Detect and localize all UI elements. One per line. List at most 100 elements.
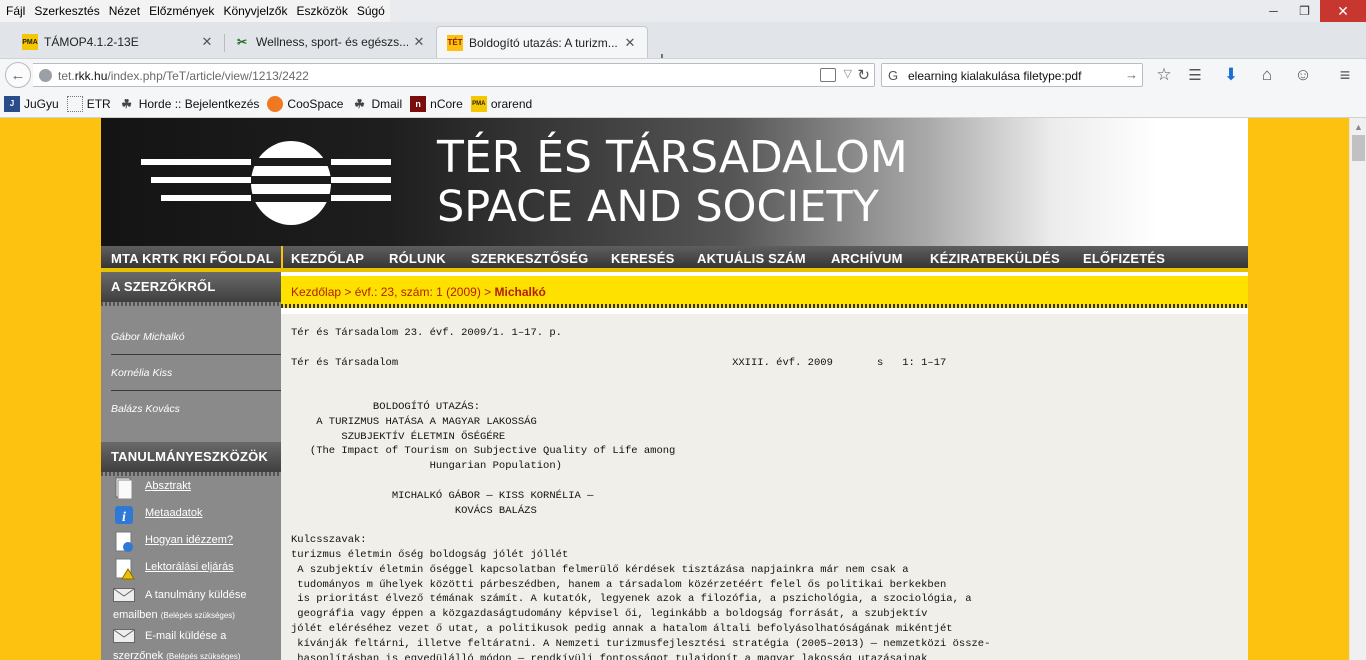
tool-citation[interactable]: Hogyan idézzem? [113,531,233,553]
nav-subscription[interactable]: ELŐFIZETÉS [1083,251,1165,266]
nav-separator [281,246,283,268]
main-navigation: MTA KRTK RKI FŐOLDAL KEZDŐLAP RÓLUNK SZE… [101,246,1248,272]
email-author[interactable]: E-mail küldése a szerzőnek (Belépés szük… [113,626,240,660]
close-tab-icon[interactable]: ✕ [200,34,214,50]
bookmark-horde[interactable]: ☘ Horde :: Bejelentkezés [119,96,259,112]
breadcrumb-separator: > [484,285,492,299]
close-window-icon[interactable]: ✕ [1320,0,1366,22]
divider [111,390,281,391]
breadcrumb-issue[interactable]: évf.: 23, szám: 1 (2009) [355,285,481,299]
nav-search[interactable]: KERESÉS [611,251,675,266]
bookmark-jugyu[interactable]: J JuGyu [4,95,59,112]
document-icon [115,477,133,499]
author-link-kovacs[interactable]: Balázs Kovács [111,403,180,415]
minimize-icon[interactable]: ─ [1258,0,1289,22]
authors-heading: A SZERZŐKRŐL [101,272,281,306]
citation-icon [115,531,133,552]
envelope-icon [113,629,135,643]
nav-editorial[interactable]: SZERKESZTŐSÉG [471,251,588,266]
url-text[interactable]: tet.rkk.hu/index.php/TeT/article/view/12… [58,69,309,83]
tab-wellness[interactable]: ✂ Wellness, sport- és egészs... ✕ [224,26,436,58]
tab-title: Wellness, sport- és egészs... [256,35,408,49]
article-content: Tér és Társadalom 23. évf. 2009/1. 1–17.… [281,314,1248,660]
bookmarks-list-icon[interactable]: ☰ [1184,65,1206,85]
reader-view-icon[interactable] [820,68,836,82]
review-icon [115,558,135,580]
download-icon[interactable]: ⬇ [1220,65,1242,85]
tab-tamop[interactable]: PMA TÁMOP4.1.2-13E ✕ [12,26,224,58]
menu-history[interactable]: Előzmények [145,0,219,22]
bookmarks-toolbar: J JuGyu ETR ☘ Horde :: Bejelentkezés Coo… [0,90,1366,118]
back-arrow-icon[interactable]: ← [5,62,31,88]
search-input[interactable]: elearning kialakulása filetype:pdf [908,69,1081,83]
bookmark-dmail[interactable]: ☘ Dmail [351,96,402,112]
site-logo-icon [141,141,391,225]
history-dropdown-icon[interactable]: ▽ [844,67,852,80]
home-icon[interactable]: ⌂ [1256,65,1278,85]
site-identity-icon[interactable] [39,69,52,82]
restore-icon[interactable]: ❐ [1289,0,1320,22]
tab-title: Boldogító utazás: A turizm... [469,35,618,50]
tool-abstract[interactable]: Absztrakt [113,477,191,499]
nav-submission[interactable]: KÉZIRATBEKÜLDÉS [930,251,1060,266]
pma-favicon-icon: PMA [22,34,38,50]
close-tab-icon[interactable]: ✕ [623,35,637,51]
etr-icon [66,95,83,112]
breadcrumb-bar: Kezdőlap > évf.: 23, szám: 1 (2009) > Mi… [281,276,1248,308]
author-link-michalko[interactable]: Gábor Michalkó [111,331,185,343]
menu-view[interactable]: Nézet [105,0,145,22]
tool-label: Absztrakt [145,480,191,492]
vertical-scrollbar[interactable]: ▲ [1349,118,1366,660]
close-tab-icon[interactable]: ✕ [412,34,426,50]
menu-edit[interactable]: Szerkesztés [30,0,104,22]
hello-chat-icon[interactable]: ☺ [1292,65,1314,85]
ncore-icon: n [410,95,427,112]
search-engine-icon[interactable]: G [888,68,898,83]
pma-icon: PMA [470,95,487,112]
tool-metadata[interactable]: i Metaadatok [113,504,202,526]
tet-favicon-icon: TÉT [447,34,463,51]
tool-review[interactable]: Lektorálási eljárás [113,558,234,580]
page-viewport: TÉR ÉS TÁRSADALOM SPACE AND SOCIETY MTA … [0,118,1366,660]
nav-archive[interactable]: ARCHÍVUM [831,251,903,266]
breadcrumb-separator: > [344,285,352,299]
bookmark-ncore[interactable]: n nCore [410,95,463,112]
bookmark-orarend[interactable]: PMA orarend [470,95,532,112]
tab-title: TÁMOP4.1.2-13E [44,35,139,49]
scroll-up-icon[interactable]: ▲ [1354,122,1363,132]
tool-label: Hogyan idézzem? [145,534,234,546]
article-text: Tér és Társadalom 23. évf. 2009/1. 1–17.… [291,327,991,660]
nav-mta-krtk[interactable]: MTA KRTK RKI FŐOLDAL [111,251,274,266]
breadcrumb-home[interactable]: Kezdőlap [291,285,341,299]
menu-help[interactable]: Súgó [353,0,390,22]
nav-current-issue[interactable]: AKTUÁLIS SZÁM [697,251,806,266]
tool-label: Metaadatok [145,507,203,519]
author-link-kiss[interactable]: Kornélia Kiss [111,367,172,379]
send-article-email[interactable]: A tanulmány küldése emailben (Belépés sz… [113,585,247,626]
reload-icon[interactable]: ↻ [857,66,870,84]
horde-icon: ☘ [121,96,133,111]
svg-text:i: i [122,510,126,525]
dmail-icon: ☘ [354,96,365,111]
menu-bar: Fájl Szerkesztés Nézet Előzmények Könyvj… [0,0,1366,22]
site-title-hungarian: TÉR ÉS TÁRSADALOM [437,132,908,183]
scrollbar-thumb[interactable] [1352,135,1365,161]
breadcrumb-current: Michalkó [494,285,546,299]
bookmark-etr[interactable]: ETR [66,95,111,112]
tool-label: Lektorálási eljárás [145,561,234,573]
tab-strip: PMA TÁMOP4.1.2-13E ✕ ✂ Wellness, sport- … [0,22,1366,70]
divider [111,354,281,355]
menu-file[interactable]: Fájl [2,0,30,22]
nav-about[interactable]: RÓLUNK [389,251,446,266]
bookmark-star-icon[interactable]: ☆ [1153,65,1175,85]
hamburger-menu-icon[interactable]: ≡ [1334,65,1356,85]
bookmark-coospace[interactable]: CooSpace [267,95,343,112]
menu-tools[interactable]: Eszközök [292,0,352,22]
menu-bookmarks[interactable]: Könyvjelzők [219,0,292,22]
search-bar[interactable]: G elearning kialakulása filetype:pdf → [881,63,1143,87]
tab-boldogito[interactable]: TÉT Boldogító utazás: A turizm... ✕ [436,26,648,58]
search-go-icon[interactable]: → [1125,67,1138,82]
nav-home[interactable]: KEZDŐLAP [291,251,364,266]
site-title-english: SPACE AND SOCIETY [437,182,879,232]
url-bar[interactable]: tet.rkk.hu/index.php/TeT/article/view/12… [33,63,875,87]
